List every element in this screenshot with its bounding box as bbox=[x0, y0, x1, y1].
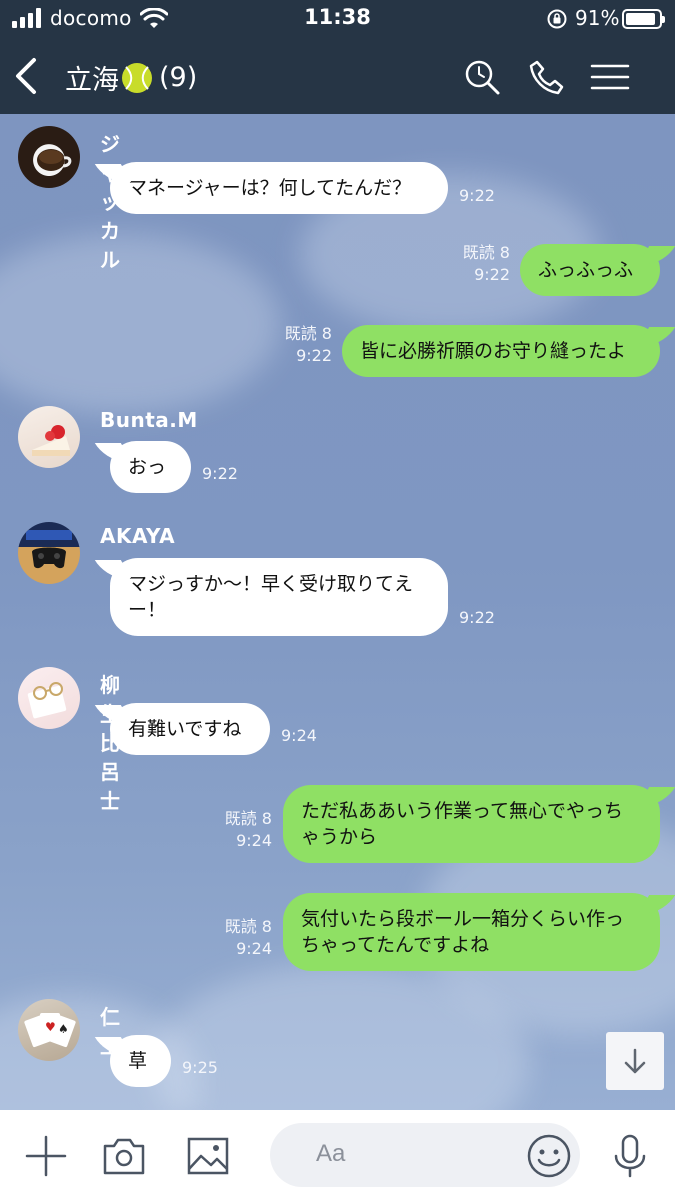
input-placeholder: Aa bbox=[316, 1140, 346, 1167]
status-time: 11:38 bbox=[304, 5, 371, 29]
image-icon[interactable] bbox=[186, 1134, 230, 1178]
emoji-icon[interactable] bbox=[526, 1133, 572, 1179]
message-bubble[interactable]: 草 bbox=[110, 1035, 171, 1087]
read-receipt: 既読 8 9:22 bbox=[462, 243, 510, 284]
camera-icon[interactable] bbox=[102, 1134, 146, 1178]
cake-avatar[interactable] bbox=[18, 406, 80, 468]
chat-title[interactable]: 立海 (9) bbox=[65, 58, 197, 97]
phone-icon[interactable] bbox=[528, 58, 566, 96]
group-name: 立海 bbox=[65, 65, 119, 96]
back-chevron-icon[interactable] bbox=[10, 54, 44, 98]
member-count: (9) bbox=[159, 62, 198, 93]
sender-name: Bunta.M bbox=[100, 408, 198, 432]
scroll-to-bottom-button[interactable] bbox=[606, 1032, 664, 1090]
microphone-icon[interactable] bbox=[610, 1134, 650, 1178]
message-time: 9:22 bbox=[459, 186, 495, 205]
message-bubble[interactable]: 気付いたら段ボール一箱分くらい作っ ちゃってたんですよね bbox=[283, 893, 660, 971]
battery-icon bbox=[622, 9, 665, 29]
message-bubble[interactable]: マジっすか〜！早く受け取りてえ ー！ bbox=[110, 558, 448, 636]
chat-header: 立海 (9) bbox=[0, 38, 675, 114]
chat-area[interactable]: ジャッカル マネージャーは？何してたんだ？ 9:22 既読 89:22 ふっふっ… bbox=[0, 114, 675, 1110]
read-receipt: 既読 8 9:22 bbox=[284, 324, 332, 365]
game-controller-avatar[interactable] bbox=[18, 522, 80, 584]
read-receipt: 既読 8 9:24 bbox=[224, 809, 272, 850]
message-input-bar: Aa bbox=[0, 1110, 675, 1200]
arrow-down-icon bbox=[624, 1048, 646, 1074]
message-time: 9:22 bbox=[459, 608, 495, 627]
message-bubble[interactable]: マネージャーは？何してたんだ？ bbox=[110, 162, 448, 214]
status-bar: docomo 11:38 91% bbox=[0, 0, 675, 38]
message-bubble[interactable]: ただ私ああいう作業って無心でやっち ゃうから bbox=[283, 785, 660, 863]
svg-text:♥: ♥ bbox=[45, 1020, 56, 1034]
message-bubble[interactable]: 有難いですね bbox=[110, 703, 270, 755]
message-time: 9:22 bbox=[202, 464, 238, 483]
menu-icon[interactable] bbox=[590, 58, 630, 96]
message-time: 9:24 bbox=[281, 726, 317, 745]
message-input[interactable]: Aa bbox=[270, 1123, 580, 1187]
battery-percent: 91% bbox=[575, 6, 620, 30]
search-icon[interactable] bbox=[463, 58, 501, 96]
message-time: 9:25 bbox=[182, 1058, 218, 1077]
glasses-avatar[interactable] bbox=[18, 667, 80, 729]
message-bubble[interactable]: ふっふっふ bbox=[520, 244, 660, 296]
read-receipt: 既読 8 9:24 bbox=[224, 917, 272, 958]
tennis-ball-icon bbox=[122, 62, 152, 93]
rotation-lock-icon bbox=[547, 9, 567, 29]
top-bar: docomo 11:38 91% 立海 (9) bbox=[0, 0, 675, 114]
coffee-cup-avatar[interactable] bbox=[18, 126, 80, 188]
playing-cards-avatar[interactable]: ♥ ♠ bbox=[18, 999, 80, 1061]
message-bubble[interactable]: 皆に必勝祈願のお守り縫ったよ bbox=[342, 325, 660, 377]
svg-text:♠: ♠ bbox=[58, 1022, 69, 1036]
message-bubble[interactable]: おっ bbox=[110, 441, 191, 493]
sender-name: AKAYA bbox=[100, 524, 176, 548]
plus-icon[interactable] bbox=[24, 1134, 68, 1178]
